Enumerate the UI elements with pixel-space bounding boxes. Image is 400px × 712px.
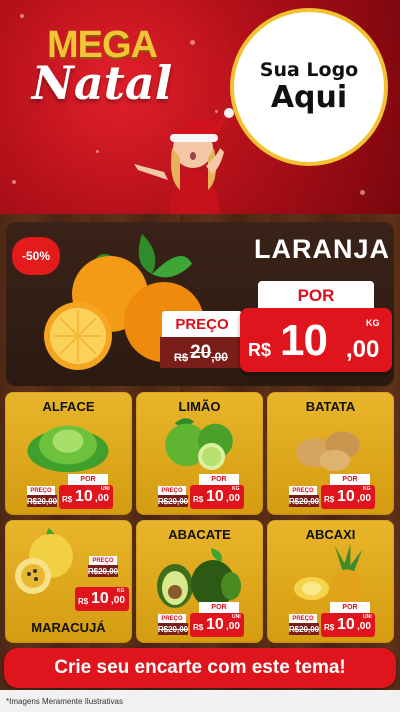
featured-preco-label: PREÇO	[162, 311, 242, 337]
preco-label: PREÇO	[289, 486, 317, 495]
passion-fruit-illustration	[15, 528, 73, 594]
price-dec: ,00	[357, 493, 371, 504]
logo-text-line1: Sua Logo	[259, 59, 359, 81]
price-int: 10	[91, 590, 109, 607]
price-currency: R$	[78, 597, 89, 606]
product-name: ABACATE	[168, 527, 231, 542]
por-label: POR	[330, 474, 370, 485]
old-currency: R$	[174, 352, 189, 364]
product-price: R$ 10 ,00 UNI	[321, 613, 375, 637]
featured-old-price: R$ 20 ,00	[160, 337, 242, 368]
price-int: 10	[337, 616, 355, 633]
potato-illustration	[296, 431, 360, 472]
product-name: ABCAXI	[305, 527, 356, 542]
preco-label: PREÇO	[158, 614, 186, 623]
lime-illustration	[165, 418, 233, 471]
preco-label: PREÇO	[158, 486, 186, 495]
old-price: R$20,00	[157, 623, 189, 635]
old-price-int: 20	[190, 342, 212, 363]
price-int: 10	[206, 616, 224, 633]
product-card-batata: BATATA PREÇO R$20,00 POR R$ 10 ,00 KG	[267, 392, 394, 515]
price-unit: KG	[366, 318, 380, 328]
christmas-header: MEGA Natal Sua Logo Aqui	[0, 0, 400, 214]
featured-por-label: POR	[258, 281, 374, 311]
price-int: 10	[280, 316, 328, 365]
old-price: R$20,00	[157, 495, 189, 507]
old-price: R$20,00	[288, 623, 320, 635]
featured-price: R$ 10 ,00 KG	[240, 308, 392, 372]
product-card-abacate: ABACATE PREÇO R$20,00 POR R$ 10 ,00 UNI	[136, 520, 263, 643]
product-name: LIMÃO	[178, 399, 221, 414]
price-int: 10	[206, 488, 224, 505]
price-unit: KG	[363, 486, 371, 492]
lettuce-illustration	[27, 425, 109, 473]
product-price: R$ 10 ,00 KG	[75, 587, 129, 611]
discount-badge: -50%	[12, 237, 60, 275]
title-natal: Natal	[31, 56, 173, 110]
product-name: ALFACE	[42, 399, 95, 414]
price-currency: R$	[324, 495, 335, 504]
price-dec: ,00	[226, 493, 240, 504]
price-currency: R$	[324, 623, 335, 632]
sparkle	[360, 190, 365, 195]
old-price: R$20,00	[288, 495, 320, 507]
por-label: POR	[330, 602, 370, 613]
product-card-abcaxi: ABCAXI PREÇO R$20,00 POR R$ 10 ,00 UNI	[267, 520, 394, 643]
price-unit: KG	[232, 486, 240, 492]
price-int: 10	[75, 488, 93, 505]
price-dec: ,00	[226, 621, 240, 632]
price-currency: R$	[62, 495, 73, 504]
product-price: R$ 10 ,00 UNI	[59, 485, 113, 509]
preco-label: PREÇO	[289, 614, 317, 623]
preco-label: PREÇO	[89, 556, 117, 565]
price-dec: ,00	[357, 621, 371, 632]
logo-text-line2: Aqui	[270, 80, 348, 115]
product-price: R$ 10 ,00 KG	[321, 485, 375, 509]
price-currency: R$	[193, 623, 204, 632]
sparkle	[20, 14, 24, 18]
product-card-maracuja: PREÇO R$20,00 R$ 10 ,00 KG MARACUJÁ	[5, 520, 132, 643]
product-card-alface: ALFACE PREÇO R$20,00 POR R$ 10 ,00 UNI	[5, 392, 132, 515]
price-unit: UNI	[232, 614, 241, 620]
preco-label: PREÇO	[27, 486, 55, 495]
price-currency: R$	[193, 495, 204, 504]
sparkle	[190, 40, 195, 45]
product-name: MARACUJÁ	[31, 620, 106, 635]
product-card-limao: LIMÃO PREÇO R$20,00 POR R$ 10 ,00 KG	[136, 392, 263, 515]
mega-natal-title: MEGA Natal	[22, 26, 182, 106]
por-label: POR	[199, 602, 239, 613]
old-price: R$20,00	[87, 565, 119, 577]
sparkle	[12, 180, 16, 184]
sparkle	[96, 150, 99, 153]
old-price-dec: ,00	[211, 350, 228, 364]
footnote: *Imagens Meramente Ilustrativas	[0, 690, 400, 712]
product-price: R$ 10 ,00 UNI	[190, 613, 244, 637]
price-currency: R$	[248, 340, 272, 360]
cta-banner[interactable]: Crie seu encarte com este tema!	[4, 648, 396, 688]
product-name: BATATA	[305, 399, 356, 414]
price-unit: UNI	[363, 614, 372, 620]
price-unit: KG	[117, 588, 125, 594]
avocado-illustration	[157, 548, 241, 608]
por-label: POR	[68, 474, 108, 485]
price-unit: UNI	[101, 486, 110, 492]
pineapple-illustration	[294, 544, 362, 605]
price-int: 10	[337, 488, 355, 505]
logo-placeholder: Sua Logo Aqui	[230, 8, 388, 166]
price-dec: ,00	[346, 336, 380, 363]
por-label: POR	[199, 474, 239, 485]
price-dec: ,00	[111, 595, 125, 606]
featured-product-name: LARANJA	[253, 234, 390, 264]
old-price: R$20,00	[26, 495, 58, 507]
price-dec: ,00	[95, 493, 109, 504]
product-price: R$ 10 ,00 KG	[190, 485, 244, 509]
